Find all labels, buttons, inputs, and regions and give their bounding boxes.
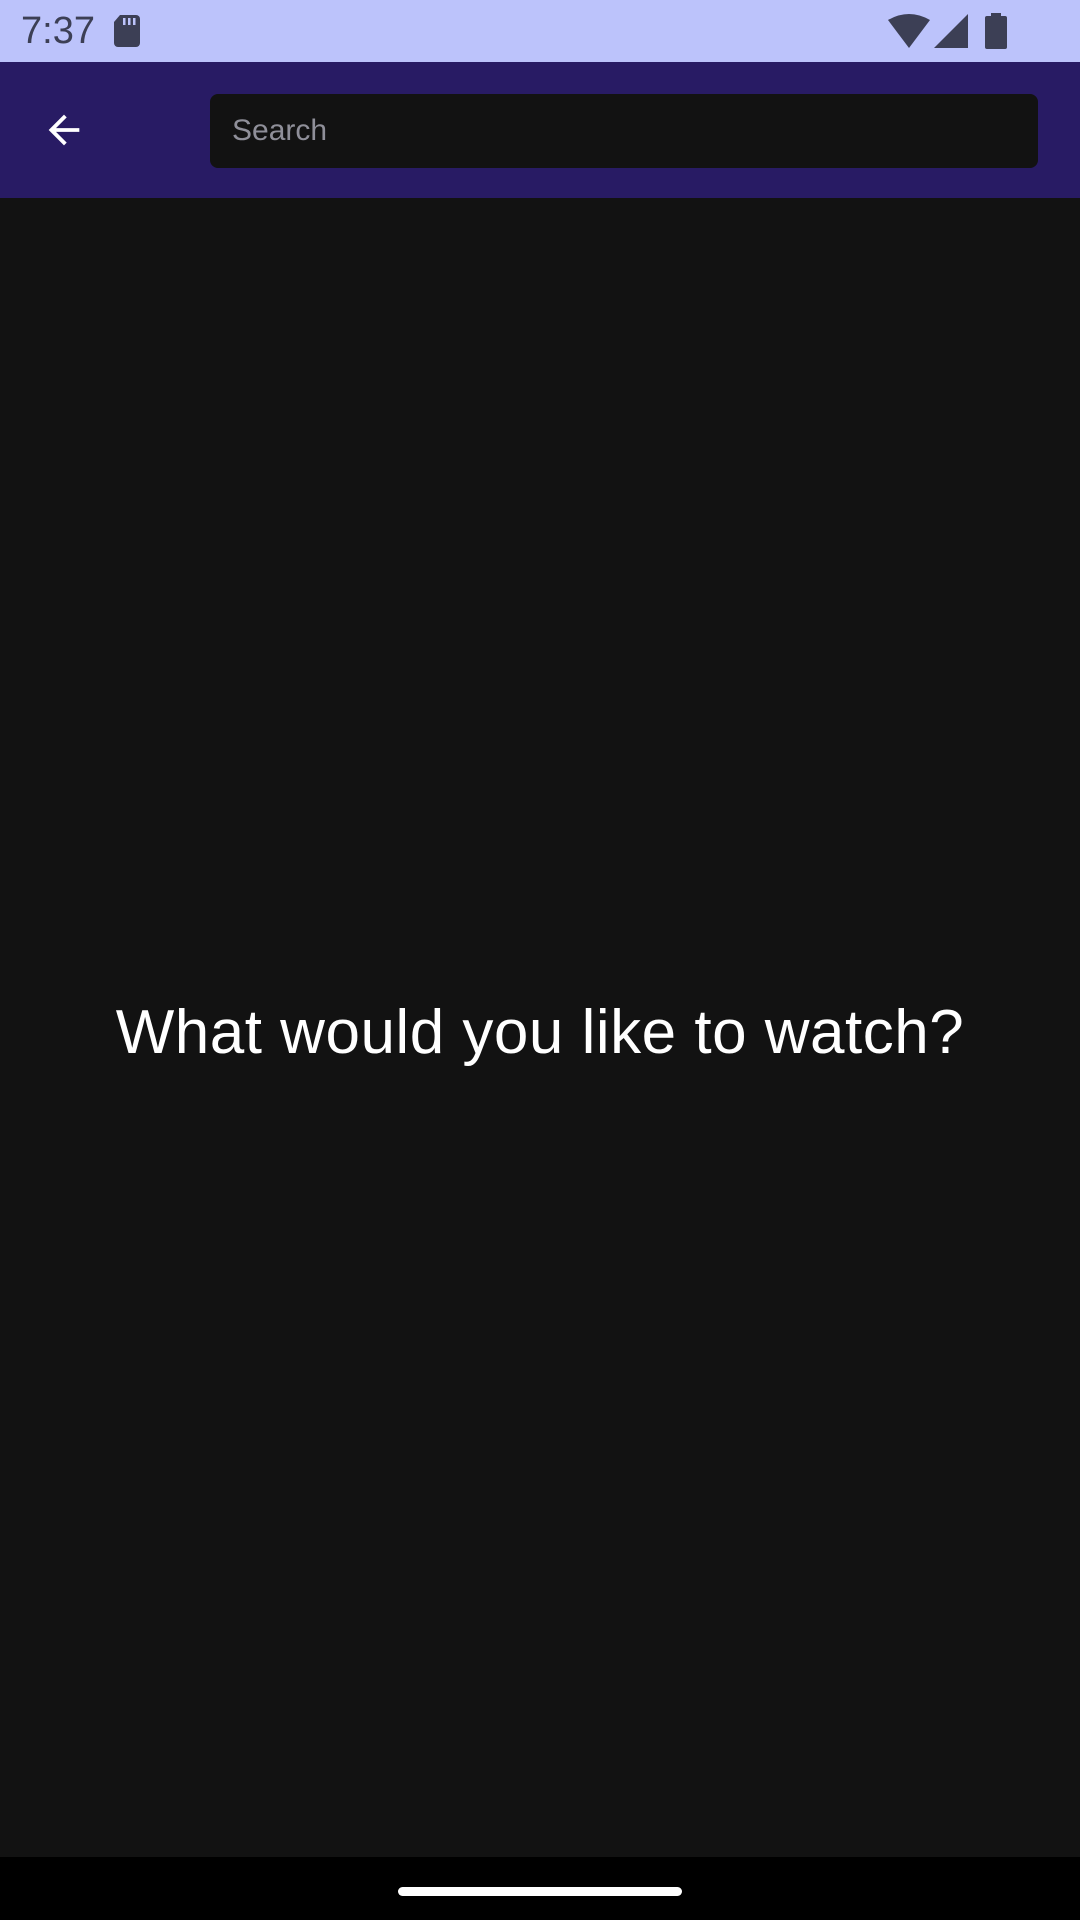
wifi-icon — [888, 14, 930, 48]
empty-state-prompt: What would you like to watch? — [115, 998, 965, 1067]
home-indicator[interactable] — [398, 1887, 682, 1896]
search-input[interactable] — [210, 94, 1038, 168]
sd-card-icon — [114, 15, 140, 47]
navigation-bar — [0, 1857, 1080, 1920]
status-time: 7:37 — [21, 10, 95, 52]
back-button[interactable] — [22, 82, 106, 178]
cell-signal-icon — [934, 14, 968, 48]
app-bar — [0, 62, 1080, 198]
arrow-back-icon — [48, 114, 80, 146]
status-bar: 7:37 — [0, 0, 1080, 62]
screen: 7:37 What would you like to watch? — [0, 0, 1080, 1920]
battery-icon — [985, 13, 1007, 49]
